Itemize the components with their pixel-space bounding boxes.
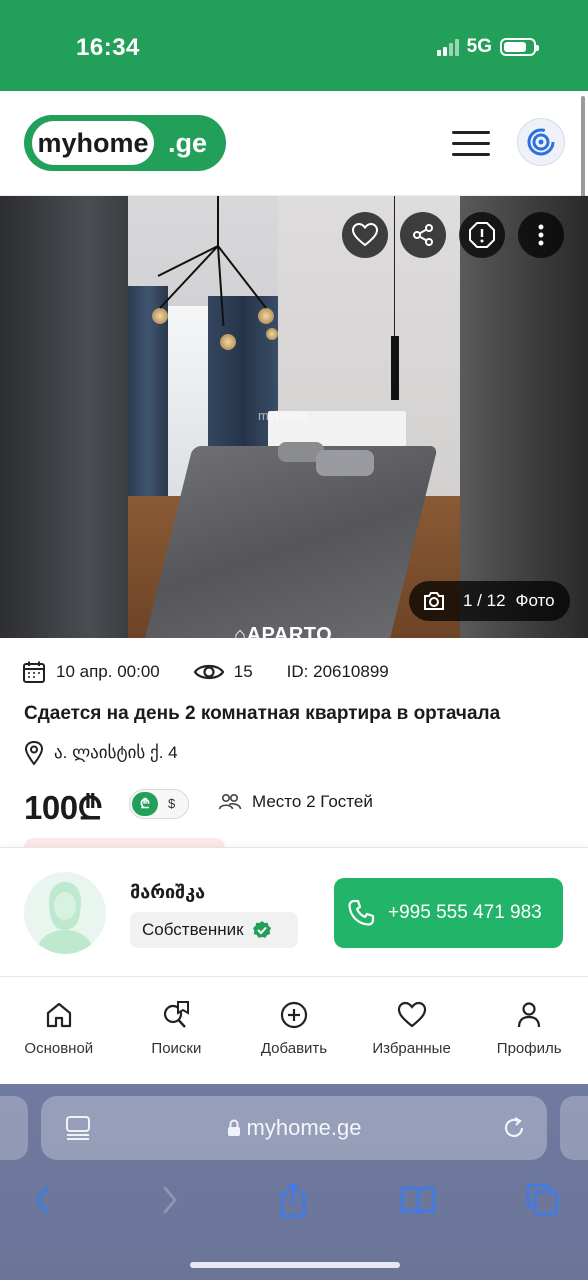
signal-icon	[436, 38, 459, 56]
back-button[interactable]	[22, 1180, 62, 1220]
nav-item-add[interactable]: Добавить	[235, 978, 353, 1084]
favorite-button[interactable]	[342, 212, 388, 258]
nav-item-favorites[interactable]: Избранные	[353, 978, 471, 1084]
photo-blur-left	[0, 196, 128, 638]
camera-icon	[424, 592, 444, 610]
listing-views: 15	[193, 662, 253, 682]
reload-icon[interactable]	[501, 1115, 527, 1141]
previous-tab-preview[interactable]	[0, 1096, 28, 1160]
eye-icon	[193, 664, 224, 680]
nav-item-profile[interactable]: Профиль	[470, 978, 588, 1084]
listing-price: 100₾	[24, 789, 103, 826]
house-icon: ⌂	[234, 624, 247, 638]
photo-counter[interactable]: 1 / 12 Фото	[409, 581, 570, 621]
target-logo-icon	[527, 128, 555, 156]
logo-main-text: myhome	[32, 121, 154, 165]
nav-label-searches: Поиски	[151, 1040, 202, 1057]
share-sheet-icon	[280, 1182, 306, 1218]
report-button[interactable]	[459, 212, 505, 258]
listing-date: 10 апр. 00:00	[22, 660, 160, 684]
owner-phone-number: +995 555 471 983	[388, 902, 542, 923]
nav-label-profile: Профиль	[496, 1040, 562, 1057]
status-bar: 16:34 5G	[0, 0, 588, 91]
hamburger-menu-button[interactable]	[452, 131, 490, 157]
battery-icon	[500, 38, 539, 56]
network-type: 5G	[466, 36, 492, 57]
photo-blur-right	[460, 196, 588, 638]
heart-icon	[352, 223, 378, 247]
nav-label-favorites: Избранные	[372, 1040, 451, 1057]
site-logo[interactable]: myhome .ge	[24, 115, 226, 171]
open-book-icon	[400, 1186, 436, 1215]
currency-usd-option[interactable]: $	[168, 790, 175, 818]
listing-id: ID: 20610899	[286, 662, 389, 681]
more-options-button[interactable]	[518, 212, 564, 258]
browser-toolbar	[0, 1180, 588, 1220]
photo-label: Фото	[515, 591, 555, 610]
chevron-right-icon	[163, 1186, 177, 1214]
listing-address-text: ა. ლაისტის ქ. 4	[54, 743, 178, 762]
nav-item-home[interactable]: Основной	[0, 978, 118, 1084]
listing-address: ა. ლაისტის ქ. 4	[24, 741, 178, 765]
home-indicator[interactable]	[190, 1262, 400, 1268]
listing-guests: Место 2 Гостей	[218, 792, 373, 812]
verified-badge-icon	[252, 921, 271, 938]
aparto-watermark: ⌂APARTO	[234, 624, 332, 638]
users-icon	[218, 793, 242, 810]
listing-guests-text: Место 2 Гостей	[252, 792, 373, 811]
search-bookmark-icon	[164, 1001, 190, 1028]
share-icon	[413, 224, 433, 246]
share-page-button[interactable]	[273, 1180, 313, 1220]
lock-icon	[227, 1119, 240, 1136]
account-button[interactable]	[517, 118, 565, 166]
battery-level	[504, 42, 527, 52]
listing-views-count: 15	[233, 662, 253, 681]
photo-overlay-watermark: myhome	[258, 408, 308, 423]
home-icon	[46, 1002, 71, 1028]
nav-label-home: Основной	[24, 1040, 94, 1057]
next-tab-preview[interactable]	[560, 1096, 588, 1160]
chevron-left-icon	[35, 1186, 49, 1214]
bottom-navigation: Основной Поиски Добавить Избранные Профи…	[0, 978, 588, 1084]
status-indicators: 5G	[436, 36, 539, 58]
owner-name: მარიშკა	[130, 882, 206, 902]
url-text-wrapper: myhome.ge	[41, 1115, 547, 1141]
site-header: myhome .ge	[0, 91, 588, 196]
browser-chrome: myhome.ge	[0, 1084, 588, 1280]
status-time: 16:34	[76, 34, 140, 61]
listing-title: Сдается на день 2 комнатная квартира в о…	[24, 703, 501, 724]
phone-icon	[348, 899, 375, 926]
currency-gel-option[interactable]: ₾	[132, 792, 158, 816]
calendar-icon	[23, 661, 45, 683]
url-text: myhome.ge	[246, 1115, 362, 1140]
share-button[interactable]	[400, 212, 446, 258]
owner-role-badge: Собственник	[130, 912, 298, 948]
listing-date-text: 10 апр. 00:00	[56, 662, 160, 681]
alert-octagon-icon	[469, 222, 495, 248]
listing-meta: 10 апр. 00:00 15 ID: 20610899	[22, 660, 389, 684]
photo-index: 1 / 12	[463, 591, 506, 610]
owner-avatar	[24, 872, 106, 954]
tabs-icon	[526, 1183, 559, 1216]
logo-suffix-text: .ge	[168, 128, 208, 158]
url-bar[interactable]: myhome.ge	[41, 1096, 547, 1160]
heart-icon	[397, 1001, 426, 1028]
owner-contact-card: მარიშკა Собственник +995 555 471 983	[0, 847, 588, 977]
user-icon	[518, 1002, 541, 1028]
tabs-button[interactable]	[523, 1180, 563, 1220]
owner-role-text: Собственник	[142, 920, 244, 939]
location-pin-icon	[24, 741, 44, 765]
more-vertical-icon	[538, 224, 544, 246]
nav-item-searches[interactable]: Поиски	[118, 978, 236, 1084]
person-avatar-icon	[36, 882, 94, 954]
call-owner-button[interactable]: +995 555 471 983	[334, 878, 563, 948]
forward-button[interactable]	[150, 1180, 190, 1220]
currency-toggle[interactable]: ₾ $	[129, 789, 189, 819]
aparto-watermark-text: APARTO	[246, 624, 333, 638]
listing-photo[interactable]: myhome	[128, 196, 460, 638]
nav-label-add: Добавить	[260, 1040, 328, 1057]
listing-photo-gallery[interactable]: myhome 1 / 12 Фото ⌂APARTO	[0, 196, 588, 638]
add-circle-icon	[280, 1001, 308, 1029]
bookmarks-button[interactable]	[398, 1180, 438, 1220]
